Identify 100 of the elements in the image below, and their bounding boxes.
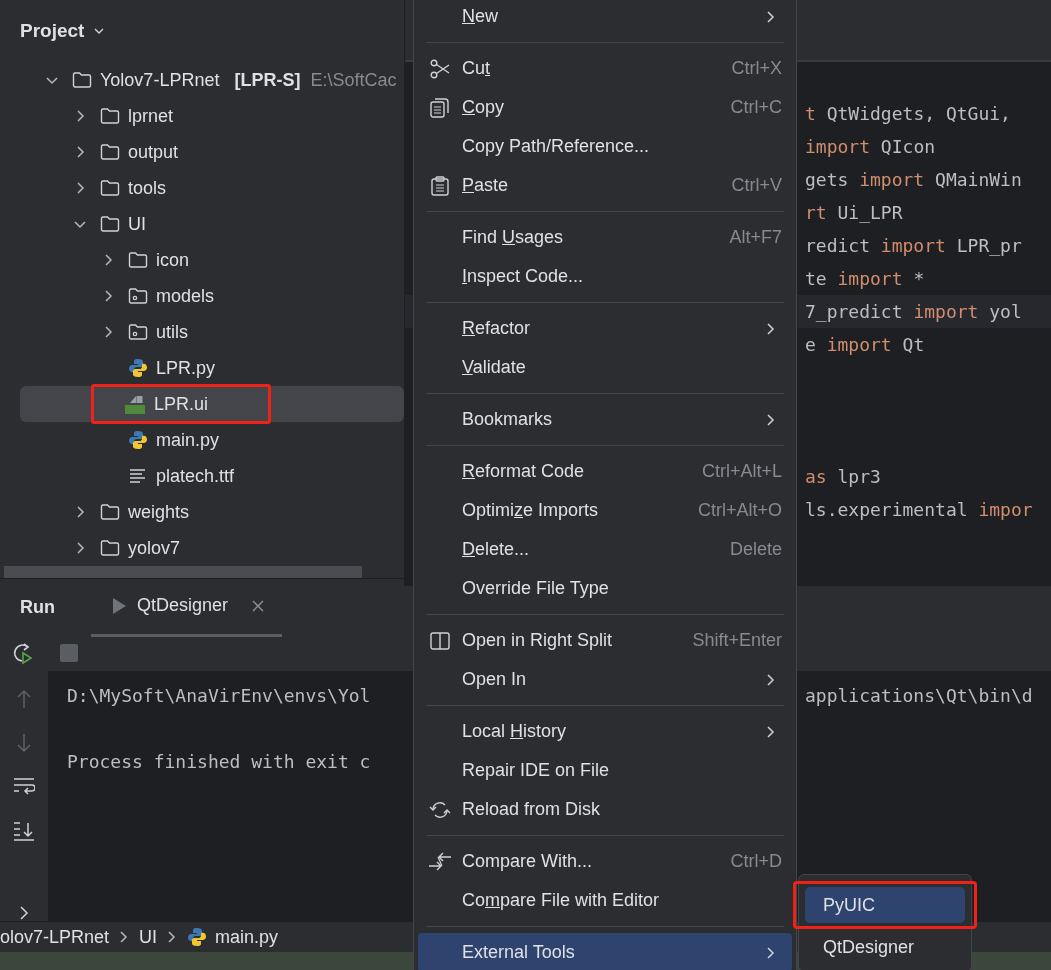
run-tab[interactable]: QtDesigner — [91, 577, 283, 637]
breadcrumb-item[interactable]: UI — [139, 926, 158, 948]
menu-item[interactable]: Compare File with Editor — [418, 881, 792, 920]
menu-item[interactable]: Copy Path/Reference... — [418, 127, 792, 166]
menu-item[interactable]: PyUIC — [805, 887, 965, 923]
module-tag: [LPR-S] — [234, 69, 301, 91]
tree-label: main.py — [156, 429, 220, 451]
console-text: Process finished with exit c — [67, 750, 371, 774]
chevron-right-icon[interactable] — [18, 905, 30, 921]
chevron-right-icon — [119, 930, 130, 944]
tree-label: Yolov7-LPRnet — [100, 69, 220, 91]
tree-label: lprnet — [128, 105, 174, 127]
shortcut-text: Ctrl+V — [731, 175, 782, 196]
folder-icon — [100, 179, 120, 197]
tree-item[interactable]: weights — [20, 494, 404, 530]
code-line: rt Ui_LPR — [805, 202, 903, 223]
menu-item[interactable]: Delete... Delete — [418, 530, 792, 569]
code-line: t QtWidgets, QtGui, — [805, 103, 1011, 124]
panel-title: Run — [20, 596, 55, 618]
folder-icon — [100, 215, 120, 233]
code-line: gets import QMainWin — [805, 169, 1022, 190]
menu-item[interactable]: Inspect Code... — [418, 257, 792, 296]
tree-item[interactable]: utils — [20, 314, 404, 350]
menu-item[interactable]: Bookmarks — [418, 400, 792, 439]
shortcut-text: Ctrl+C — [730, 97, 782, 118]
tree-label: icon — [156, 249, 190, 271]
package-folder-icon — [128, 323, 148, 341]
code-line: ls.experimental impor — [805, 499, 1033, 520]
breadcrumb-item[interactable]: main.py — [187, 926, 279, 948]
shortcut-text: Alt+F7 — [729, 227, 782, 248]
shortcut-text: Ctrl+X — [731, 58, 782, 79]
tree-label: weights — [128, 501, 190, 523]
reload-icon — [429, 799, 451, 820]
code-line: te import * — [805, 268, 925, 289]
text-file-icon — [128, 467, 148, 485]
panel-title[interactable]: Project — [20, 20, 85, 42]
chevron-right-icon — [167, 930, 178, 944]
shortcut-text: Shift+Enter — [692, 630, 782, 651]
tree-item[interactable]: Yolov7-LPRnet [LPR-S] E:\SoftCac — [20, 62, 404, 98]
menu-item[interactable]: Paste Ctrl+V — [418, 166, 792, 205]
code-line: import QIcon — [805, 136, 936, 157]
console-text: D:\MySoft\AnaVirEnv\envs\Yol — [67, 684, 371, 708]
paste-icon — [430, 175, 450, 196]
package-folder-icon — [128, 287, 148, 305]
menu-item[interactable]: External Tools — [418, 933, 792, 970]
menu-item[interactable]: Compare With... Ctrl+D — [418, 842, 792, 881]
code-line: as lpr3 — [805, 466, 881, 487]
menu-item[interactable]: Repair IDE on File — [418, 751, 792, 790]
menu-item[interactable]: Cut Ctrl+X — [418, 49, 792, 88]
python-icon — [128, 358, 148, 378]
menu-item[interactable]: Validate — [418, 348, 792, 387]
close-icon[interactable] — [252, 599, 265, 612]
menu-item[interactable]: Find Usages Alt+F7 — [418, 218, 792, 257]
breadcrumb-item[interactable]: olov7-LPRnet — [0, 926, 110, 948]
menu-item[interactable]: Reformat Code Ctrl+Alt+L — [418, 452, 792, 491]
tree-item[interactable]: main.py — [20, 422, 404, 458]
copy-icon — [430, 97, 450, 118]
scroll-to-end-icon[interactable] — [13, 821, 35, 841]
menu-item[interactable]: Open In — [418, 660, 792, 699]
scrollbar[interactable] — [4, 566, 362, 578]
tree-item[interactable]: platech.ttf — [20, 458, 404, 494]
tree-item[interactable]: yolov7 — [20, 530, 404, 566]
play-icon — [111, 596, 127, 615]
python-icon — [187, 927, 208, 947]
tree-item[interactable]: tools — [20, 170, 404, 206]
tree-item[interactable]: models — [20, 278, 404, 314]
tree-label: LPR.ui — [154, 393, 209, 415]
wrap-icon[interactable] — [13, 777, 35, 797]
tree-label: yolov7 — [128, 537, 181, 559]
menu-item[interactable]: Open in Right Split Shift+Enter — [418, 621, 792, 660]
menu-item[interactable]: Reload from Disk — [418, 790, 792, 829]
compare-icon — [428, 850, 452, 873]
folder-icon — [100, 503, 120, 521]
tree-label: UI — [128, 213, 146, 235]
menu-item[interactable]: Override File Type — [418, 569, 792, 608]
folder-icon — [72, 71, 92, 89]
folder-icon — [100, 107, 120, 125]
split-view-icon — [430, 630, 450, 651]
shortcut-text: Ctrl+Alt+L — [701, 461, 782, 482]
python-icon — [128, 430, 148, 450]
tree-label: models — [156, 285, 215, 307]
folder-icon — [100, 143, 120, 161]
folder-icon — [100, 539, 120, 557]
tree-item[interactable]: output — [20, 134, 404, 170]
menu-item[interactable]: Optimize Imports Ctrl+Alt+O — [418, 491, 792, 530]
menu-item[interactable]: QtDesigner — [805, 929, 965, 965]
tree-item[interactable]: LPR.py — [20, 350, 404, 386]
console-text: applications\Qt\bin\d — [805, 684, 1033, 708]
qt-file-icon — [124, 393, 146, 415]
shortcut-text: Delete — [729, 539, 782, 560]
tree-item[interactable]: UI — [20, 206, 404, 242]
tree-label: utils — [156, 321, 188, 343]
tree-label: LPR.py — [156, 357, 216, 379]
tree-item[interactable]: lprnet — [20, 98, 404, 134]
menu-item[interactable]: Local History — [418, 712, 792, 751]
tree-item[interactable]: icon — [20, 242, 404, 278]
menu-item[interactable]: Refactor — [418, 309, 792, 348]
menu-item[interactable]: Copy Ctrl+C — [418, 88, 792, 127]
code-line: 7_predict import yol — [805, 301, 1022, 322]
tree-item[interactable]: LPR.ui — [20, 386, 404, 422]
